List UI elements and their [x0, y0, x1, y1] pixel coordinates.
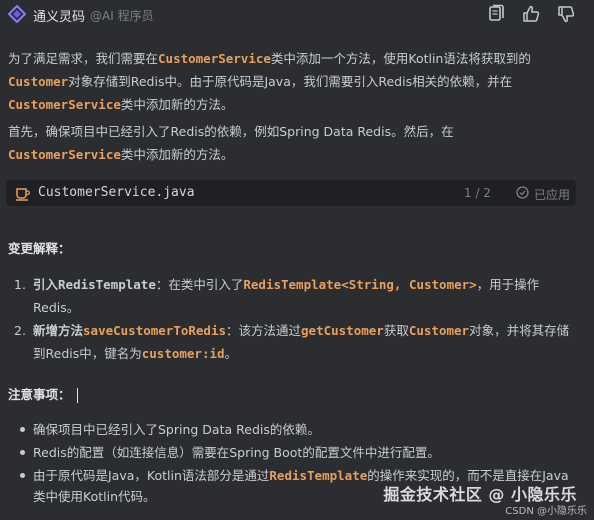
file-counter: 1 / 2: [464, 186, 491, 200]
code-ref: CustomerService: [8, 97, 121, 112]
thumbs-down-icon[interactable]: [556, 4, 576, 24]
notes-title: 注意事项：: [8, 384, 78, 403]
copy-icon[interactable]: [486, 4, 506, 24]
response-header: 通义灵码 @AI 程序员: [0, 0, 594, 28]
code-ref: Customer: [408, 323, 470, 338]
code-ref: CustomerService: [158, 51, 271, 66]
intro-paragraph-2: 首先，确保项目中已经引入了Redis的依赖，例如Spring Data Redi…: [8, 124, 454, 162]
watermark-csdn: CSDN @小隐乐乐: [505, 506, 587, 517]
applied-status: 已应用: [534, 188, 571, 202]
code-ref: getCustomer: [301, 323, 384, 338]
app-name: 通义灵码: [33, 10, 86, 25]
intro-paragraph-1: 为了满足需求，我们需要在CustomerService类中添加一个方法，使用Ko…: [8, 51, 531, 112]
file-name[interactable]: CustomerService.java: [38, 185, 195, 200]
thumbs-up-icon[interactable]: [521, 4, 541, 24]
code-ref: RedisTemplate: [269, 468, 368, 483]
code-ref: saveCustomerToRedis: [83, 323, 227, 338]
ai-programmer-tag: @AI 程序员: [90, 9, 154, 23]
explain-title: 变更解释：: [8, 241, 71, 256]
code-ref: customer:id: [141, 346, 225, 361]
code-ref: RedisTemplate<String, Customer>: [243, 277, 477, 292]
code-ref: Customer: [8, 74, 69, 89]
code-file-bar[interactable]: CustomerService.java 1 / 2 已应用: [6, 180, 576, 206]
coffee-cup-icon: [16, 188, 30, 201]
check-circle-icon: [516, 186, 529, 199]
text-cursor: [76, 388, 78, 403]
tongyi-logo-icon: [8, 5, 26, 23]
code-ref: CustomerService: [8, 147, 121, 162]
